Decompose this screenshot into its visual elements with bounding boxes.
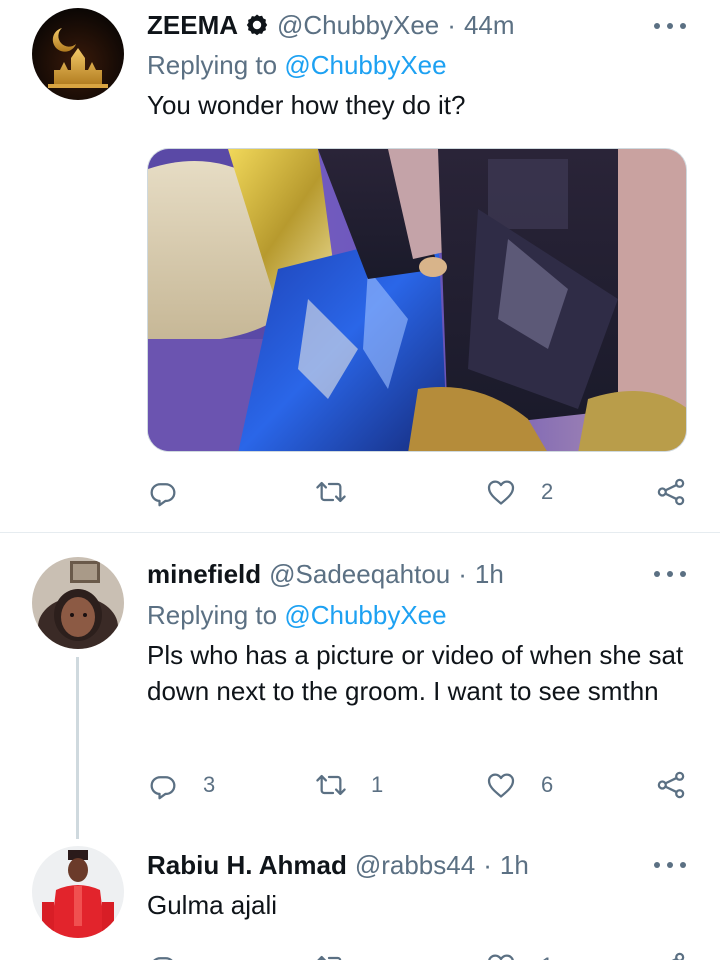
display-name[interactable]: ZEEMA	[147, 10, 238, 41]
like-heart-icon	[485, 476, 517, 508]
tweet-text: Pls who has a picture or video of when s…	[147, 640, 684, 706]
replying-to-label: Replying to	[147, 50, 285, 80]
tweet-photo[interactable]	[147, 148, 687, 452]
share-button[interactable]	[655, 765, 687, 805]
tweet-1[interactable]: ZEEMA @ChubbyXee · 44m Replying to @Chub…	[0, 0, 720, 532]
tweet-header: ZEEMA @ChubbyXee · 44m	[147, 8, 650, 42]
timestamp[interactable]: 44m	[464, 10, 515, 41]
like-button[interactable]: 1	[485, 946, 553, 960]
mosque-moon-avatar-image	[32, 8, 124, 100]
share-button[interactable]	[655, 472, 687, 512]
replying-to: Replying to @ChubbyXee	[147, 598, 447, 632]
user-handle[interactable]: @ChubbyXee	[277, 10, 439, 41]
user-handle[interactable]: @Sadeeqahtou	[269, 559, 450, 590]
user-handle[interactable]: @rabbs44	[355, 850, 475, 881]
like-button[interactable]: 2	[485, 472, 553, 512]
like-count: 2	[541, 479, 554, 504]
replying-to-mention[interactable]: @ChubbyXee	[284, 600, 446, 630]
retweet-button[interactable]	[315, 472, 381, 512]
avatar[interactable]	[32, 8, 124, 100]
retweet-icon	[315, 476, 347, 508]
reply-icon	[147, 476, 179, 508]
tweet-3[interactable]: Rabiu H. Ahmad @rabbs44 · 1h Gulma ajali…	[0, 840, 720, 960]
like-heart-icon	[485, 769, 517, 801]
reply-button[interactable]	[147, 946, 213, 960]
share-button[interactable]	[655, 946, 687, 960]
timestamp[interactable]: 1h	[475, 559, 504, 590]
separator-dot: ·	[458, 558, 467, 589]
share-icon	[655, 769, 687, 801]
reply-icon	[147, 769, 179, 801]
tweet-2[interactable]: minefield @Sadeeqahtou · 1h Replying to …	[0, 533, 720, 840]
reply-button[interactable]: 3	[147, 765, 215, 805]
tweet-text: Gulma ajali	[147, 890, 278, 920]
more-options-icon[interactable]	[654, 855, 686, 875]
verified-badge-icon	[246, 14, 268, 36]
separator-dot: ·	[483, 849, 492, 880]
like-button[interactable]: 6	[485, 765, 553, 805]
tweet-header: Rabiu H. Ahmad @rabbs44 · 1h	[147, 848, 650, 882]
share-icon	[655, 950, 687, 960]
tweet-actions: 1	[147, 946, 697, 960]
like-count: 1	[541, 953, 553, 960]
replying-to-label: Replying to	[147, 600, 285, 630]
retweet-button[interactable]: 1	[315, 765, 383, 805]
avatar[interactable]	[32, 557, 124, 649]
share-icon	[655, 476, 687, 508]
tweet-header: minefield @Sadeeqahtou · 1h	[147, 557, 650, 591]
reply-button[interactable]	[147, 472, 213, 512]
like-heart-icon	[485, 950, 517, 960]
tweet-actions: 2	[147, 472, 697, 512]
retweet-count: 1	[371, 772, 384, 797]
wedding-photo-image	[148, 149, 686, 451]
separator-dot: ·	[447, 9, 456, 40]
replying-to: Replying to @ChubbyXee	[147, 48, 447, 82]
user-photo-avatar-image	[32, 557, 124, 649]
replying-to-mention[interactable]: @ChubbyXee	[284, 50, 446, 80]
like-count: 6	[541, 772, 554, 797]
retweet-icon	[315, 950, 347, 960]
tweet-actions: 3 1 6	[147, 765, 697, 805]
thread-connector	[76, 657, 79, 839]
display-name[interactable]: Rabiu H. Ahmad	[147, 850, 347, 881]
user-photo-avatar-image	[32, 846, 124, 938]
display-name[interactable]: minefield	[147, 559, 261, 590]
timestamp[interactable]: 1h	[500, 850, 529, 881]
more-options-icon[interactable]	[654, 16, 686, 36]
more-options-icon[interactable]	[654, 564, 686, 584]
retweet-icon	[315, 769, 347, 801]
avatar[interactable]	[32, 846, 124, 938]
reply-icon	[147, 950, 179, 960]
retweet-button[interactable]	[315, 946, 381, 960]
reply-count: 3	[203, 772, 216, 797]
tweet-text: You wonder how they do it?	[147, 90, 466, 120]
